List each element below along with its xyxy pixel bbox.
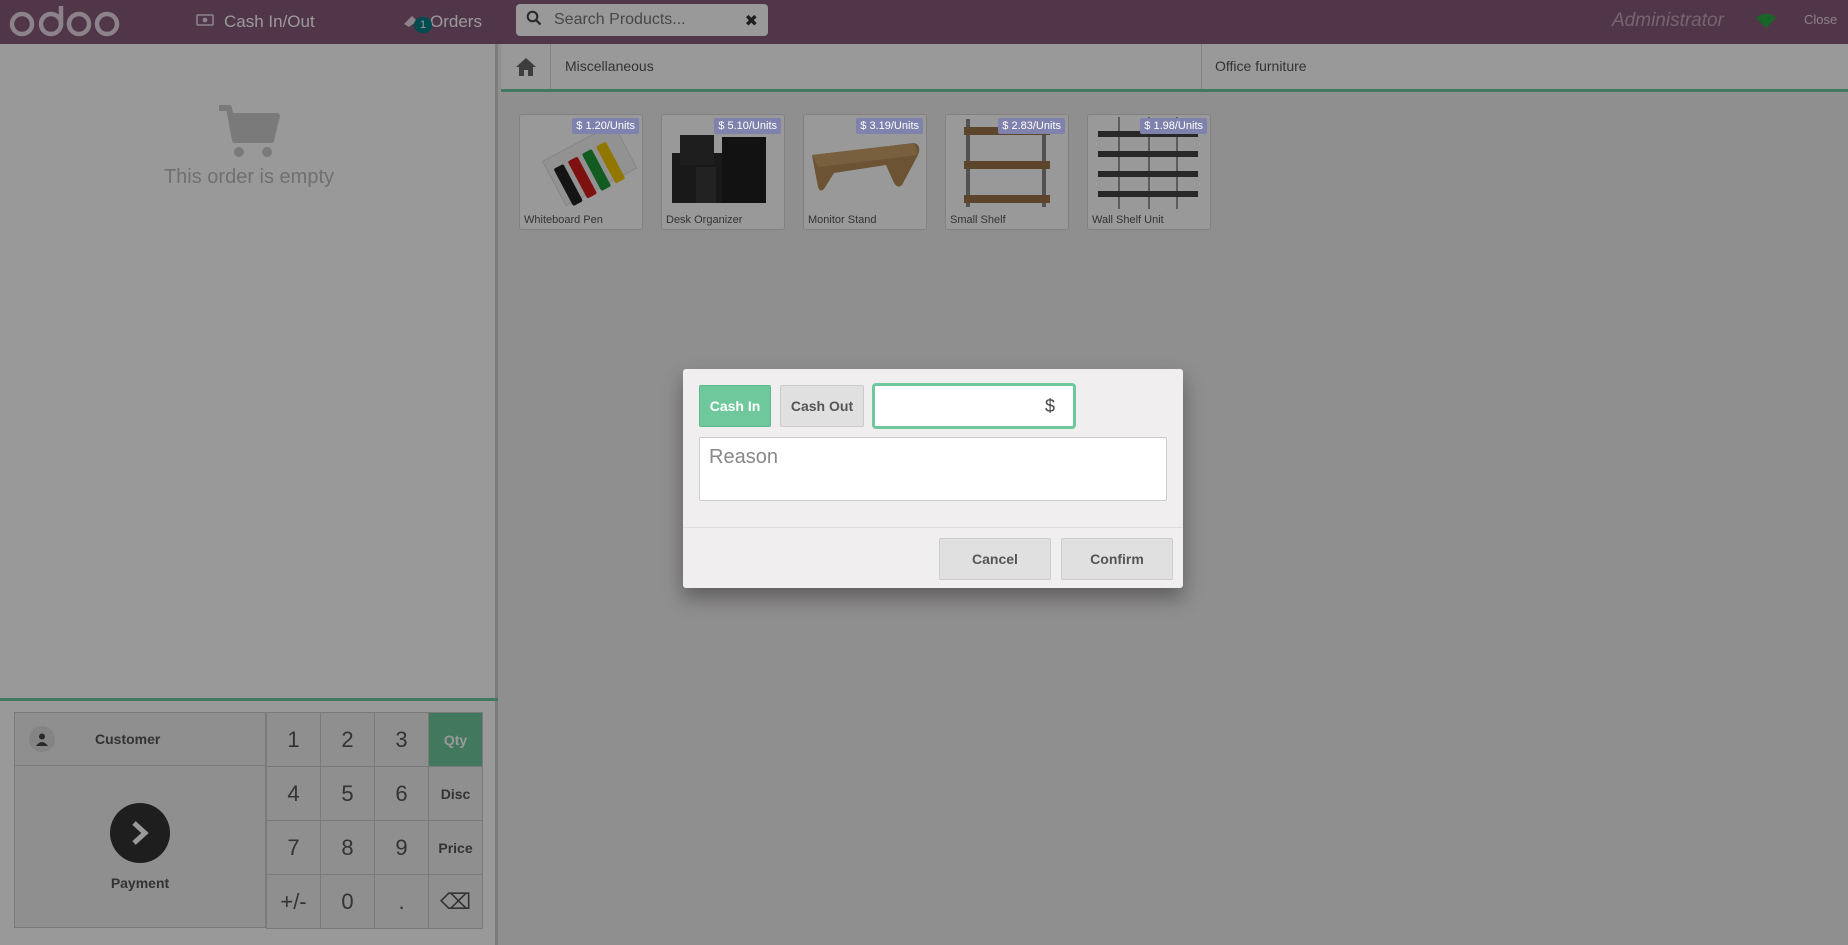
reason-textarea[interactable]: Reason [699,437,1167,501]
product-price: $ 5.10/Units [714,118,781,134]
amount-input[interactable]: $ [872,383,1076,429]
product-price: $ 1.20/Units [572,118,639,134]
cash-in-button[interactable]: Cash In [699,385,771,427]
product-price: $ 2.83/Units [998,118,1065,134]
confirm-button[interactable]: Confirm [1061,538,1173,580]
product-price: $ 1.98/Units [1140,118,1207,134]
product-price: $ 3.19/Units [856,118,923,134]
currency-symbol: $ [1044,395,1055,416]
cash-out-button[interactable]: Cash Out [780,385,864,427]
cash-move-dialog: Cash In Cash Out $ Reason Cancel Confirm [683,369,1183,588]
cancel-button[interactable]: Cancel [939,538,1051,580]
dialog-footer-divider [683,527,1183,528]
